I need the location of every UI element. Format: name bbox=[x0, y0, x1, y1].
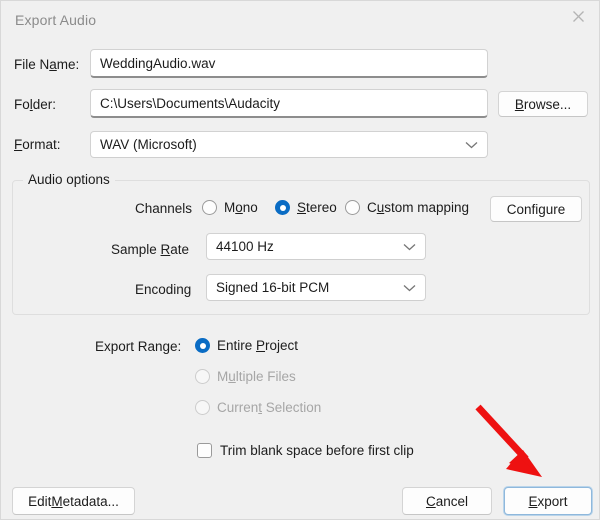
radio-stereo[interactable]: Stereo bbox=[275, 200, 337, 215]
cancel-button[interactable]: Cancel bbox=[402, 487, 492, 515]
channels-label: Channels bbox=[135, 201, 193, 216]
export-range-label: Export Range: bbox=[95, 339, 182, 354]
radio-current-selection-label: Current Selection bbox=[217, 400, 322, 415]
sample-rate-combobox[interactable]: 44100 Hz bbox=[206, 233, 426, 260]
edit-metadata-button[interactable]: Edit Metadata... bbox=[12, 487, 135, 515]
radio-mono-indicator bbox=[202, 200, 217, 215]
format-combobox[interactable]: WAV (Microsoft) bbox=[90, 131, 488, 158]
radio-multiple-files[interactable]: Multiple Files bbox=[195, 369, 296, 384]
radio-multiple-files-label: Multiple Files bbox=[217, 369, 296, 384]
radio-current-selection-indicator bbox=[195, 400, 210, 415]
folder-input[interactable]: C:\Users\Documents\Audacity bbox=[90, 89, 488, 118]
chevron-down-icon bbox=[403, 284, 416, 292]
encoding-label: Encoding bbox=[135, 282, 192, 297]
encoding-value: Signed 16-bit PCM bbox=[216, 280, 330, 295]
chevron-down-icon bbox=[403, 243, 416, 251]
format-value: WAV (Microsoft) bbox=[100, 137, 197, 152]
folder-label: Folder: bbox=[14, 97, 57, 112]
trim-blank-space-checkbox[interactable]: Trim blank space before first clip bbox=[197, 443, 414, 458]
sample-rate-value: 44100 Hz bbox=[216, 239, 274, 254]
radio-current-selection[interactable]: Current Selection bbox=[195, 400, 321, 415]
checkbox-indicator bbox=[197, 443, 212, 458]
trim-blank-space-label: Trim blank space before first clip bbox=[220, 443, 414, 458]
chevron-down-icon bbox=[465, 141, 478, 149]
configure-button[interactable]: Configure bbox=[490, 196, 582, 222]
radio-entire-project[interactable]: Entire Project bbox=[195, 338, 298, 353]
radio-mono[interactable]: Mono bbox=[202, 200, 258, 215]
radio-multiple-files-indicator bbox=[195, 369, 210, 384]
export-button[interactable]: Export bbox=[504, 487, 592, 515]
red-arrow-pointer bbox=[475, 404, 542, 477]
file-name-input[interactable]: WeddingAudio.wav bbox=[90, 49, 488, 78]
radio-entire-project-label: Entire Project bbox=[217, 338, 299, 353]
title-bar: Export Audio bbox=[1, 1, 599, 39]
radio-entire-project-indicator bbox=[195, 338, 210, 353]
file-name-label: File Name: bbox=[14, 57, 80, 72]
encoding-combobox[interactable]: Signed 16-bit PCM bbox=[206, 274, 426, 301]
close-icon[interactable] bbox=[555, 1, 599, 31]
browse-button[interactable]: Browse... bbox=[498, 91, 588, 117]
radio-custom-mapping-indicator bbox=[345, 200, 360, 215]
format-label: Format: bbox=[14, 137, 61, 152]
folder-value: C:\Users\Documents\Audacity bbox=[100, 95, 281, 111]
export-audio-dialog: Export Audio File Name: WeddingAudio.wav… bbox=[0, 0, 600, 520]
audio-options-legend: Audio options bbox=[23, 172, 115, 187]
sample-rate-label: Sample Rate bbox=[111, 242, 190, 257]
radio-mono-label: Mono bbox=[224, 200, 258, 215]
file-name-value: WeddingAudio.wav bbox=[100, 55, 216, 71]
window-title: Export Audio bbox=[15, 12, 97, 28]
radio-stereo-indicator bbox=[275, 200, 290, 215]
radio-custom-mapping-label: Custom mapping bbox=[367, 200, 470, 215]
radio-stereo-label: Stereo bbox=[297, 200, 337, 215]
radio-custom-mapping[interactable]: Custom mapping bbox=[345, 200, 469, 215]
